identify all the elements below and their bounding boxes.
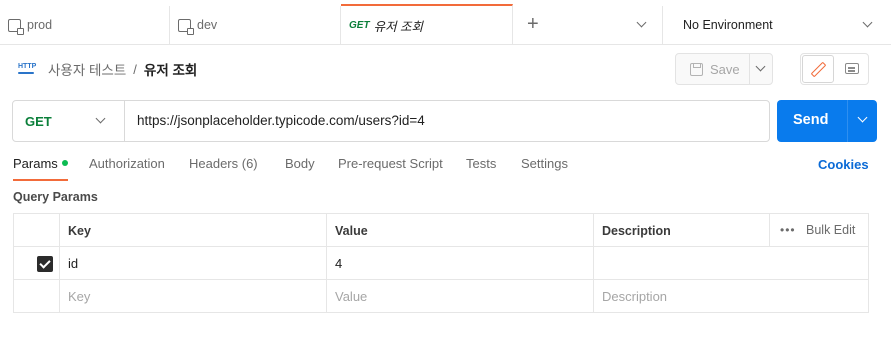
tab-params[interactable]: Params: [13, 156, 68, 181]
chevron-down-icon: [862, 17, 873, 28]
environment-label: No Environment: [683, 18, 773, 32]
send-label: Send: [793, 112, 829, 128]
save-options-button[interactable]: [750, 54, 772, 84]
side-tools: [800, 53, 869, 85]
tabs-dropdown-chevron-icon[interactable]: [636, 17, 647, 28]
tab-bar: prod dev GET 유저 조회 + No Environment: [0, 0, 891, 45]
send-options-chevron-icon[interactable]: [857, 112, 868, 123]
method-select[interactable]: GET: [13, 101, 125, 141]
request-name[interactable]: 유저 조회: [144, 59, 197, 79]
tab-pre-request-script[interactable]: Pre-request Script: [338, 156, 443, 180]
url-bar: GET https://jsonplaceholder.typicode.com…: [12, 100, 770, 142]
tab-settings[interactable]: Settings: [521, 156, 568, 180]
tab-headers[interactable]: Headers (6): [189, 156, 258, 180]
params-indicator-dot: [61, 160, 68, 166]
chevron-down-icon: [95, 113, 106, 124]
tab-label: dev: [197, 18, 218, 32]
tab-authorization[interactable]: Authorization: [89, 156, 165, 180]
method-label: GET: [25, 114, 52, 129]
breadcrumb-separator: /: [133, 61, 137, 77]
tab-prod[interactable]: prod: [0, 6, 170, 44]
save-icon: [690, 62, 703, 76]
new-tab-plus-icon[interactable]: +: [527, 13, 539, 36]
chevron-down-icon: [755, 61, 766, 72]
edit-button[interactable]: [802, 55, 834, 83]
header-value: Value: [326, 214, 593, 246]
tab-get-user[interactable]: GET 유저 조회: [341, 4, 513, 44]
tab-label: 유저 조회: [373, 19, 424, 34]
bulk-edit-button[interactable]: Bulk Edit: [806, 223, 855, 237]
comments-button[interactable]: [836, 55, 868, 83]
tab-tests[interactable]: Tests: [466, 156, 496, 180]
environment-icon: [178, 18, 194, 35]
query-params-table: Key Value Description ••• Bulk Edit id 4…: [13, 213, 869, 313]
pencil-icon: [810, 61, 827, 78]
param-description-cell[interactable]: [593, 247, 868, 279]
environment-selector[interactable]: No Environment: [663, 6, 891, 44]
breadcrumb-collection[interactable]: 사용자 테스트: [48, 59, 126, 79]
table-header-row: Key Value Description ••• Bulk Edit: [14, 214, 868, 247]
param-enabled-checkbox[interactable]: [37, 256, 53, 272]
header-key: Key: [59, 214, 326, 246]
more-options-icon[interactable]: •••: [780, 223, 796, 237]
url-input[interactable]: https://jsonplaceholder.typicode.com/use…: [137, 113, 425, 128]
send-button[interactable]: Send: [777, 100, 877, 142]
save-button[interactable]: Save: [676, 54, 750, 84]
environment-icon: [8, 18, 24, 35]
table-row-empty: Key Value Description: [14, 280, 868, 312]
breadcrumb: HTTP 사용자 테스트 / 유저 조회: [18, 58, 197, 80]
query-params-title: Query Params: [13, 190, 98, 204]
new-key-input[interactable]: Key: [59, 280, 326, 312]
save-group: Save: [675, 53, 773, 85]
http-request-icon: HTTP: [18, 61, 36, 77]
new-value-input[interactable]: Value: [326, 280, 593, 312]
header-description: Description: [593, 214, 769, 246]
tab-body[interactable]: Body: [285, 156, 315, 180]
param-key-cell[interactable]: id: [59, 247, 326, 279]
param-value-cell[interactable]: 4: [326, 247, 593, 279]
tab-controls: +: [513, 6, 663, 44]
new-description-input[interactable]: Description: [593, 280, 868, 312]
table-row: id 4: [14, 247, 868, 280]
tab-dev[interactable]: dev: [170, 6, 341, 44]
tab-label: prod: [27, 18, 53, 32]
comment-icon: [845, 63, 859, 74]
cookies-link[interactable]: Cookies: [818, 157, 869, 172]
save-label: Save: [710, 61, 740, 77]
tab-method: GET: [349, 19, 370, 31]
